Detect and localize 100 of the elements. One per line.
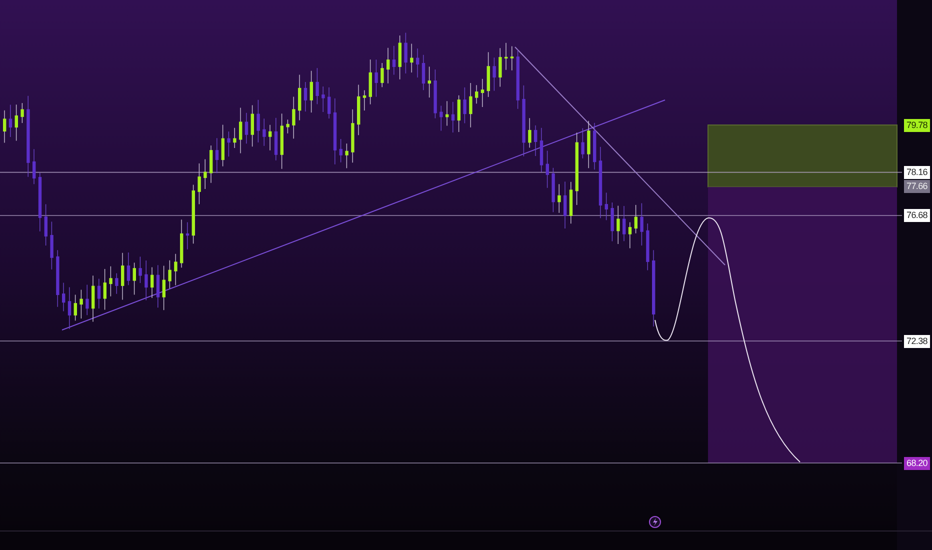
candlestick xyxy=(528,118,532,148)
candlestick xyxy=(392,46,396,76)
candlestick xyxy=(20,102,24,124)
candlestick xyxy=(622,206,626,242)
candlestick xyxy=(587,120,590,168)
candlestick xyxy=(210,145,213,184)
candlestick xyxy=(457,94,460,132)
candlestick xyxy=(616,205,620,244)
candlestick xyxy=(126,252,130,286)
candlestick xyxy=(32,148,36,184)
candlestick xyxy=(422,54,426,90)
candlestick xyxy=(186,222,190,250)
candlestick xyxy=(428,66,431,98)
candlestick xyxy=(593,122,596,170)
candlestick xyxy=(345,143,348,169)
candlestick xyxy=(398,35,402,80)
candlestick xyxy=(50,221,54,270)
candlestick xyxy=(38,172,42,232)
candlestick xyxy=(168,260,172,289)
candlestick xyxy=(610,202,614,242)
candlestick xyxy=(374,59,378,98)
candlestick xyxy=(404,32,408,74)
candlestick xyxy=(604,192,608,220)
candlestick xyxy=(298,74,302,121)
price-tag: 76.68 xyxy=(904,208,930,222)
candlestick xyxy=(250,104,254,147)
candlestick xyxy=(564,181,567,229)
candlestick xyxy=(380,62,384,88)
candlestick xyxy=(62,282,66,312)
candlestick xyxy=(386,48,390,84)
candlestick xyxy=(546,150,549,188)
candlestick xyxy=(339,138,342,163)
price-tag: 78.16 xyxy=(904,166,930,179)
candlestick xyxy=(256,100,260,143)
price-tag: 72.38 xyxy=(904,334,930,348)
candlestick xyxy=(274,118,278,161)
candlestick xyxy=(115,272,118,294)
candlestick xyxy=(368,59,372,105)
candlestick xyxy=(14,104,18,142)
candlestick xyxy=(498,48,502,88)
candlestick xyxy=(56,250,60,308)
candlestick xyxy=(451,102,455,133)
candlestick xyxy=(121,252,124,300)
candlestick xyxy=(646,223,650,271)
candlestick xyxy=(268,124,272,151)
candlestick xyxy=(244,112,248,144)
candlestick xyxy=(581,128,584,159)
candlestick xyxy=(480,78,484,108)
candlestick xyxy=(569,182,573,224)
candlestick xyxy=(434,69,437,119)
candlestick xyxy=(534,124,538,156)
candlestick xyxy=(174,254,178,286)
candlestick xyxy=(357,84,360,136)
candlestick xyxy=(640,202,644,246)
candlestick xyxy=(180,219,184,268)
candlestick xyxy=(540,128,544,172)
candlestick xyxy=(280,113,284,170)
candlestick xyxy=(80,289,83,319)
candlestick xyxy=(516,49,520,110)
candlestick xyxy=(109,266,112,297)
candlestick xyxy=(286,119,290,134)
candlestick xyxy=(156,264,160,308)
candlestick xyxy=(469,82,472,128)
candlestick xyxy=(3,110,6,144)
candlestick xyxy=(103,268,106,310)
candlestick xyxy=(97,278,101,309)
candlestick xyxy=(304,82,308,112)
candlestick xyxy=(310,70,313,113)
candlestick xyxy=(440,105,443,132)
candlestick xyxy=(486,52,490,98)
candlestick xyxy=(74,294,77,322)
candlestick xyxy=(227,131,230,157)
candlestick xyxy=(628,222,632,249)
candlestick xyxy=(492,57,496,92)
candlestick xyxy=(138,256,142,284)
candlestick xyxy=(522,85,526,157)
candlestick xyxy=(8,104,12,138)
candlestick xyxy=(239,107,242,154)
candlestick xyxy=(144,260,148,301)
candlestick xyxy=(475,84,478,104)
candlestick xyxy=(292,96,296,139)
candlestick xyxy=(634,204,638,234)
candlestick xyxy=(328,87,331,119)
candlestick xyxy=(446,100,449,126)
candlestick xyxy=(86,284,89,316)
candlestick xyxy=(198,163,201,205)
candlestick xyxy=(463,87,466,124)
candlestick xyxy=(316,68,319,105)
candlestick xyxy=(192,184,195,244)
candlestick xyxy=(162,265,166,310)
candlestick xyxy=(221,124,224,167)
candlestick xyxy=(204,158,207,190)
candlestick xyxy=(92,275,95,322)
candlestick xyxy=(552,168,555,212)
candlestick xyxy=(362,90,366,111)
candlestick xyxy=(322,86,325,112)
candlestick xyxy=(410,43,414,73)
candlestick xyxy=(504,42,508,70)
candlestick xyxy=(215,138,219,174)
candlestick xyxy=(510,46,514,71)
